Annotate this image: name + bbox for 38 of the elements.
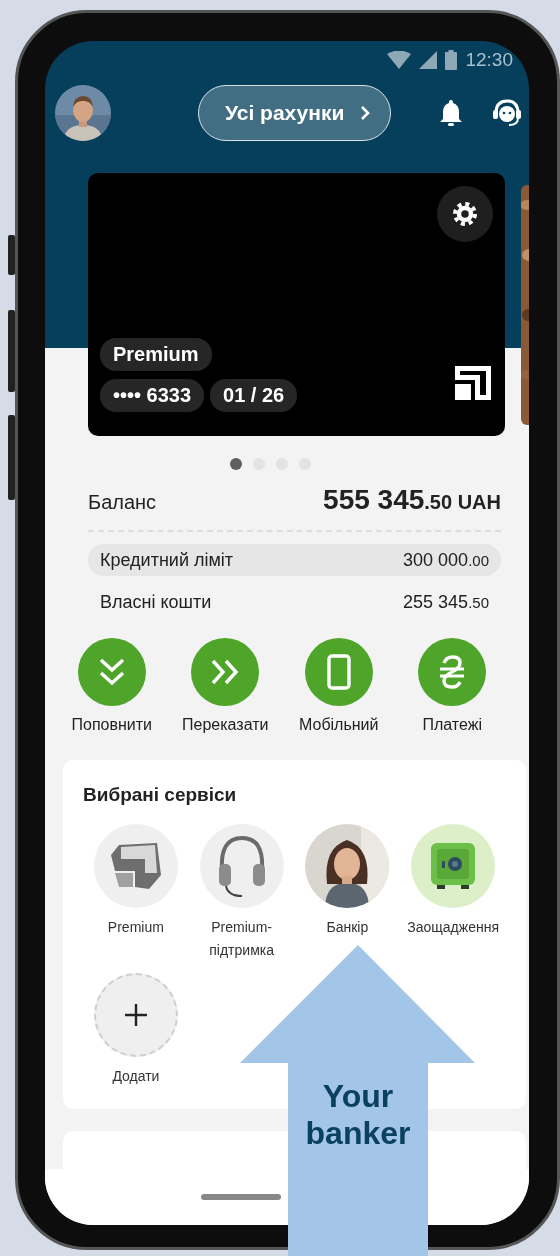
- service-label: Додати: [111, 1066, 161, 1086]
- balance-amount: 555 345.50 UAH: [323, 484, 501, 517]
- services-title: Вибрані сервіси: [83, 784, 238, 807]
- phone-icon: [326, 654, 351, 691]
- battery-icon: [445, 49, 458, 70]
- plus-icon: [124, 1003, 147, 1026]
- safe-icon: [429, 841, 478, 892]
- service-label: Premium-підтримка: [208, 918, 275, 960]
- status-time: 12:30: [465, 48, 513, 71]
- chevron-right-icon: [360, 105, 371, 122]
- balance-label: Баланс: [88, 491, 157, 515]
- support-headset-icon[interactable]: [493, 98, 522, 129]
- premium-logo-icon: [108, 841, 163, 892]
- card-expiry: 01 / 26: [210, 379, 298, 413]
- notification-bell-icon[interactable]: [439, 99, 464, 128]
- signal-icon: [419, 50, 438, 69]
- action-label: Мобільний: [299, 716, 379, 735]
- action-label: Переказати: [182, 716, 269, 735]
- action-label: Поповнити: [71, 716, 152, 735]
- service-label: Банкір: [325, 918, 370, 938]
- service-label: Заощадження: [406, 918, 500, 938]
- card-name: Premium: [100, 338, 212, 372]
- detail-amount: 255 345.50: [403, 591, 489, 613]
- detail-label: Власні кошти: [100, 591, 212, 613]
- card-number: •••• 6333: [100, 379, 205, 413]
- service-label: Premium: [106, 918, 165, 938]
- action-label: Платежі: [422, 716, 482, 735]
- hryvnia-icon: [439, 655, 466, 690]
- page-dot[interactable]: [230, 458, 242, 471]
- detail-label: Кредитний ліміт: [100, 549, 234, 571]
- wifi-icon: [387, 50, 412, 69]
- detail-amount: 300 000.00: [403, 549, 489, 571]
- bank-logo-icon: [455, 366, 491, 401]
- home-indicator[interactable]: [201, 1193, 281, 1200]
- settings-icon: [452, 201, 478, 228]
- all-accounts-button[interactable]: Усі рахунки: [198, 85, 392, 142]
- bank-card[interactable]: Premium •••• 6333 01 / 26: [88, 173, 505, 437]
- callout-label: Your banker: [304, 1078, 412, 1152]
